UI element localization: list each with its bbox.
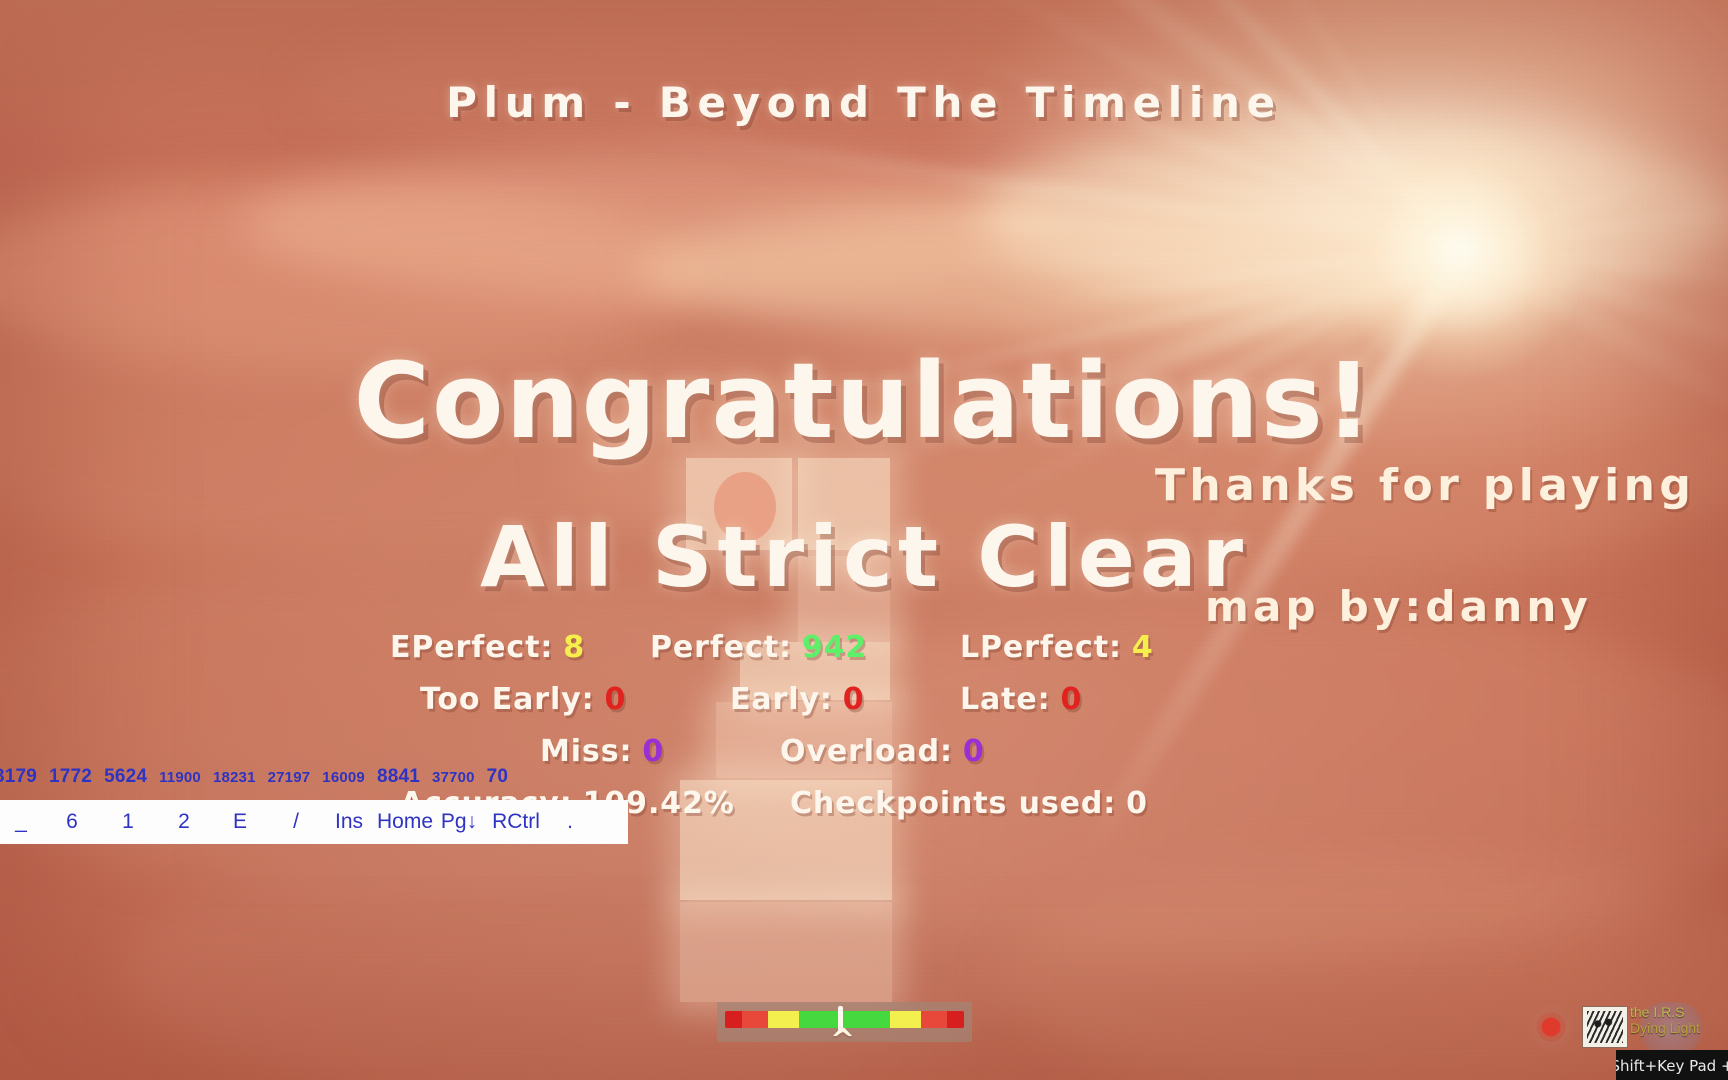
ime-number: 18231: [212, 769, 256, 786]
results-row: EPerfect: 8 Perfect: 942 LPerfect: 4: [360, 630, 1160, 682]
ime-key-Ins[interactable]: Ins: [324, 810, 374, 834]
timing-bar-segment: [741, 1011, 768, 1028]
stream-subtitle: Dying Light: [1630, 1020, 1701, 1036]
ime-key-1[interactable]: 1: [100, 810, 156, 834]
ime-key-RCtrl[interactable]: RCtrl: [482, 810, 550, 834]
stat-value: 942: [801, 630, 868, 665]
ime-number: 37700: [431, 769, 475, 786]
stat-value: 0: [642, 734, 665, 769]
ime-number: 8841: [376, 766, 420, 787]
stat-perfect: Perfect: 942: [650, 630, 867, 665]
stat-value: 8: [563, 630, 586, 665]
ime-number: 3179: [0, 766, 38, 787]
congratulations-heading: Congratulations!: [353, 340, 1375, 462]
stat-label: Checkpoints used:: [790, 786, 1117, 821]
stat-value: 0: [604, 682, 627, 717]
stat-label: Miss:: [540, 734, 633, 769]
stat-miss: Miss: 0: [540, 734, 664, 769]
timing-bar-segment: [768, 1011, 800, 1028]
stat-label: Early:: [730, 682, 833, 717]
stat-late: Late: 0: [960, 682, 1082, 717]
ime-number-strip: 3179 1772 5624 11900 18231 27197 16009 8841 3770…: [0, 766, 634, 792]
ime-key-[interactable]: /: [268, 810, 324, 834]
stat-label: Late:: [960, 682, 1051, 717]
stat-label: LPerfect:: [960, 630, 1122, 665]
ime-number: 16009: [322, 769, 365, 786]
stat-eperfect: EPerfect: 8: [390, 630, 585, 665]
ime-key-[interactable]: .: [550, 810, 590, 834]
timing-bar-segment: [725, 1011, 742, 1028]
stat-value: 0: [962, 734, 985, 769]
stat-value: 0: [842, 682, 865, 717]
ime-number: 70: [486, 766, 509, 787]
stat-lperfect: LPerfect: 4: [960, 630, 1154, 665]
avatar-art: [1587, 1011, 1623, 1043]
ime-number: 11900: [159, 769, 201, 786]
stream-title: the I.R.S: [1630, 1004, 1685, 1020]
timing-bar-segment: [889, 1011, 921, 1028]
stat-value: 0: [1126, 786, 1148, 821]
stat-value: 0: [1060, 682, 1083, 717]
ime-hint-bar: 按 Shift+Key Pad + 查: [1616, 1050, 1728, 1080]
stat-value: 4: [1131, 630, 1154, 665]
avatar-thumbnail: [1582, 1006, 1628, 1048]
stat-label: Perfect:: [650, 630, 792, 665]
timing-bar-container: ^: [717, 1002, 972, 1056]
stat-overload: Overload: 0: [780, 734, 985, 769]
platform-block: [680, 902, 892, 1002]
record-icon[interactable]: [1528, 1004, 1574, 1050]
ime-key-6[interactable]: 6: [44, 810, 100, 834]
recording-overlay: the I.R.S Dying Light: [1524, 996, 1728, 1058]
ime-key-Home[interactable]: Home: [374, 810, 436, 834]
ime-number: 1772: [49, 766, 93, 787]
timing-bar-segment: [920, 1011, 948, 1028]
ime-key-[interactable]: _: [0, 810, 44, 834]
timing-bar-segment: [947, 1011, 964, 1028]
stat-label: Too Early:: [420, 682, 595, 717]
ime-key-Pg[interactable]: Pg↓: [436, 810, 482, 834]
stat-checkpointsused: Checkpoints used: 0: [790, 786, 1148, 821]
ime-key-2[interactable]: 2: [156, 810, 212, 834]
ime-key-bar[interactable]: _ 6 1 2 E / Ins Home Pg↓ RCtrl.: [0, 800, 628, 844]
stat-label: EPerfect:: [390, 630, 554, 665]
ime-hint-text: 按 Shift+Key Pad + 查: [1616, 1056, 1728, 1075]
ime-key-E[interactable]: E: [212, 810, 268, 834]
stat-label: Overload:: [780, 734, 953, 769]
results-row: Too Early: 0 Early: 0 Late: 0: [360, 682, 1160, 734]
stat-early: Early: 0: [730, 682, 865, 717]
stat-tooearly: Too Early: 0: [420, 682, 626, 717]
ime-number: 27197: [267, 769, 311, 786]
ime-number: 5624: [104, 766, 148, 787]
stream-info: the I.R.S Dying Light: [1630, 1004, 1728, 1036]
thanks-message: Thanks for playing: [1155, 460, 1696, 511]
map-credit: map by:danny: [1205, 582, 1593, 631]
song-title: Plum - Beyond The Timeline: [446, 78, 1282, 127]
